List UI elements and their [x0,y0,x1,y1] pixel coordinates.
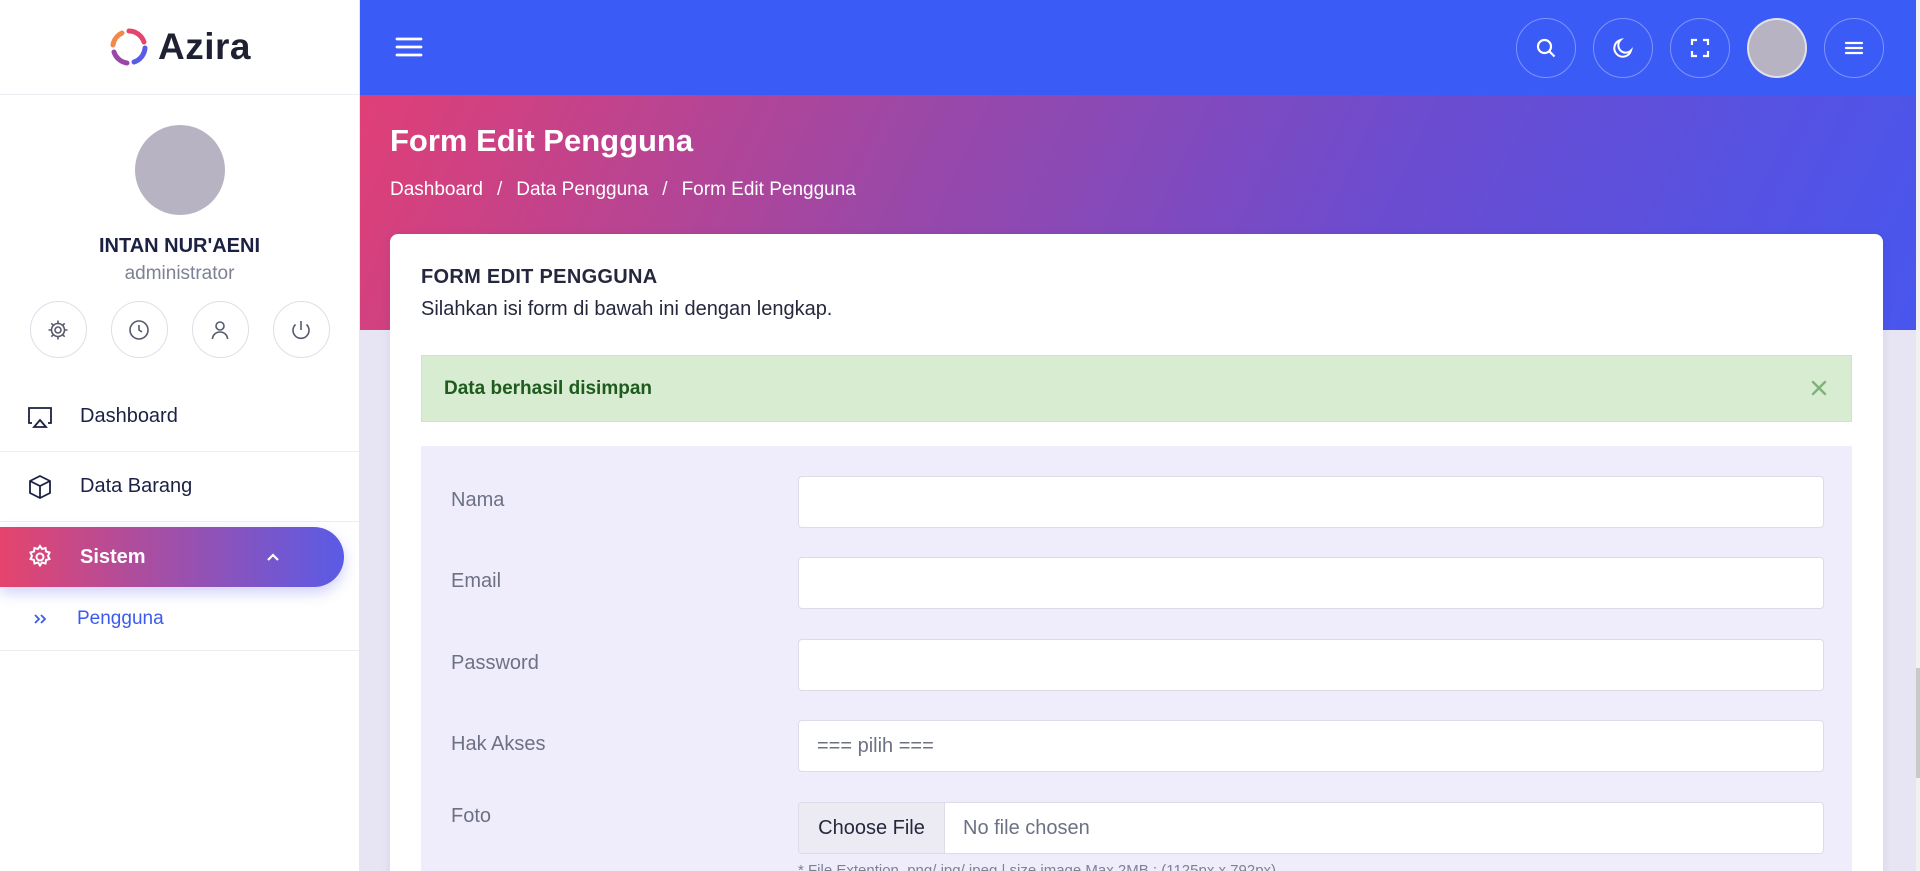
brand[interactable]: Azira [0,0,359,95]
moon-icon [1613,37,1634,58]
breadcrumb-separator: / [496,179,503,200]
password-input[interactable] [798,639,1824,691]
breadcrumb-dashboard[interactable]: Dashboard [390,179,483,201]
close-icon[interactable] [1809,378,1829,398]
nama-label: Nama [451,489,505,511]
email-input[interactable] [798,557,1824,609]
power-icon [292,320,310,339]
foto-label: Foto [451,805,492,827]
breadcrumb: Dashboard / Data Pengguna / Form Edit Pe… [390,179,856,201]
alert-message: Data berhasil disimpan [444,377,653,399]
settings-button[interactable] [29,301,87,358]
sidebar-subitem-label: Pengguna [77,607,164,629]
hak-akses-select[interactable]: === pilih === [798,720,1824,772]
profile-button[interactable] [191,301,249,358]
form-panel: Nama Email Password Hak Akses === pilih … [421,446,1852,871]
azira-logo-icon [110,28,148,66]
nama-input[interactable] [798,476,1824,528]
hak-akses-selected: === pilih === [817,734,934,757]
foto-file-input[interactable]: Choose File No file chosen [798,802,1824,854]
menu-icon [1844,41,1864,55]
email-label: Email [451,570,502,592]
sidebar-item-sistem[interactable]: Sistem [0,527,344,587]
brand-name: Azira [158,26,251,67]
profile-panel: INTAN NUR'AENI administrator [0,95,359,358]
sidebar-item-label: Sistem [80,545,146,568]
password-label: Password [451,652,539,674]
sidebar-item-label: Data Barang [80,475,193,497]
sidebar-item-dashboard[interactable]: Dashboard [0,382,359,452]
gear-icon [48,320,68,339]
fullscreen-icon [1690,38,1710,58]
user-avatar[interactable] [1747,18,1807,78]
sidebar-item-data-barang[interactable]: Data Barang [0,452,359,522]
clock-icon [129,319,149,340]
page-scrollbar[interactable] [1916,0,1920,871]
search-button[interactable] [1516,18,1576,78]
profile-role: administrator [124,263,235,284]
search-icon [1536,38,1556,58]
card-subtitle: Silahkan isi form di bawah ini dengan le… [421,298,833,320]
hak-akses-label: Hak Akses [451,733,546,755]
menu-toggle-icon[interactable] [394,34,424,60]
form-row-password: Password [421,639,1852,691]
form-row-foto: Foto Choose File No file chosen * File E… [421,802,1852,871]
sidebar: Azira INTAN NUR'AENI administrator Dashb… [0,0,360,871]
history-button[interactable] [110,301,168,358]
file-hint: * File Extention .png/.jpg/.jpeg | size … [798,862,1277,871]
choose-file-button[interactable]: Choose File [799,803,945,853]
topbar [360,0,1920,95]
chevron-up-icon[interactable] [264,548,282,566]
topbar-actions [1516,18,1884,78]
form-row-email: Email [421,557,1852,609]
form-row-hak-akses: Hak Akses === pilih === [421,720,1852,772]
gear-icon [29,544,51,568]
profile-actions [0,301,359,358]
menu-button[interactable] [1824,18,1884,78]
cube-icon [29,474,51,499]
breadcrumb-data-pengguna[interactable]: Data Pengguna [516,179,648,201]
user-icon [211,320,229,339]
logout-button[interactable] [272,301,330,358]
double-chevron-right-icon [34,613,47,624]
sidebar-nav: Dashboard Data Barang Sistem Pengguna [0,382,359,651]
fullscreen-button[interactable] [1670,18,1730,78]
dark-mode-button[interactable] [1593,18,1653,78]
sidebar-item-label: Dashboard [80,405,178,427]
file-name-text: No file chosen [963,816,1090,839]
success-alert: Data berhasil disimpan [421,355,1852,422]
page-title: Form Edit Pengguna [390,123,694,158]
breadcrumb-separator: / [662,179,668,200]
form-row-nama: Nama [421,476,1852,528]
profile-avatar[interactable] [134,125,225,215]
scrollbar-thumb[interactable] [1916,668,1920,778]
profile-name: INTAN NUR'AENI [98,235,261,257]
card-title: FORM EDIT PENGGUNA [421,266,658,288]
form-card: FORM EDIT PENGGUNA Silahkan isi form di … [390,234,1883,871]
breadcrumb-current: Form Edit Pengguna [681,179,856,200]
sidebar-subitem-pengguna[interactable]: Pengguna [0,587,359,651]
monitor-icon [28,406,52,428]
